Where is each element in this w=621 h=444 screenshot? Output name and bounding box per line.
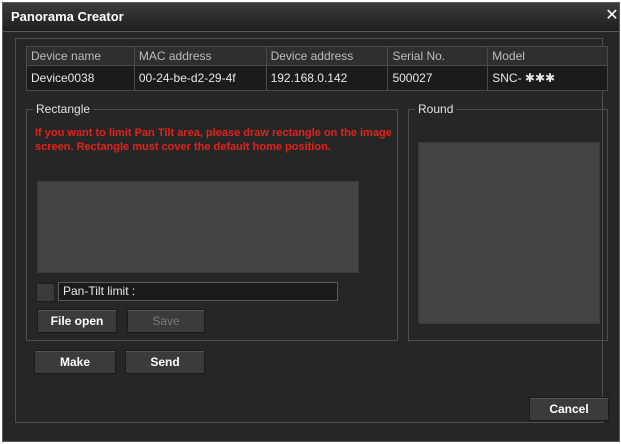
file-open-button[interactable]: File open <box>37 309 117 333</box>
device-table: Device name MAC address Device address S… <box>26 46 608 91</box>
make-button[interactable]: Make <box>34 350 116 374</box>
rectangle-legend: Rectangle <box>33 102 94 116</box>
cell-serial-no: 500027 <box>387 65 489 91</box>
cell-device-address: 192.168.0.142 <box>265 65 389 91</box>
column-header-serial-no: Serial No. <box>387 46 489 66</box>
title-bar: Panorama Creator ✕ <box>3 3 619 32</box>
rectangle-group: Rectangle If you want to limit Pan Tilt … <box>26 102 398 341</box>
pan-tilt-limit-checkbox[interactable] <box>36 283 55 302</box>
column-header-model: Model <box>487 46 608 66</box>
table-row[interactable]: Device0038 00-24-be-d2-29-4f 192.168.0.1… <box>26 65 608 91</box>
cell-model: SNC- ✱✱✱ <box>487 65 608 91</box>
round-group: Round <box>408 102 608 341</box>
window-title: Panorama Creator <box>11 9 124 24</box>
cell-device-name: Device0038 <box>26 65 135 91</box>
column-header-device-address: Device address <box>265 46 389 66</box>
pan-tilt-limit-field: Pan-Tilt limit : <box>58 282 338 301</box>
rectangle-image-screen[interactable] <box>37 181 359 273</box>
column-header-device-name: Device name <box>26 46 135 66</box>
cell-mac-address: 00-24-be-d2-29-4f <box>133 65 267 91</box>
close-icon[interactable]: ✕ <box>603 6 621 26</box>
column-header-mac-address: MAC address <box>133 46 267 66</box>
save-button[interactable]: Save <box>127 309 205 333</box>
round-legend: Round <box>415 102 457 116</box>
cancel-button[interactable]: Cancel <box>529 397 609 421</box>
send-button[interactable]: Send <box>125 350 205 374</box>
round-image-screen[interactable] <box>418 142 600 324</box>
table-header-row: Device name MAC address Device address S… <box>26 46 608 66</box>
rectangle-warning: If you want to limit Pan Tilt area, plea… <box>35 127 392 153</box>
